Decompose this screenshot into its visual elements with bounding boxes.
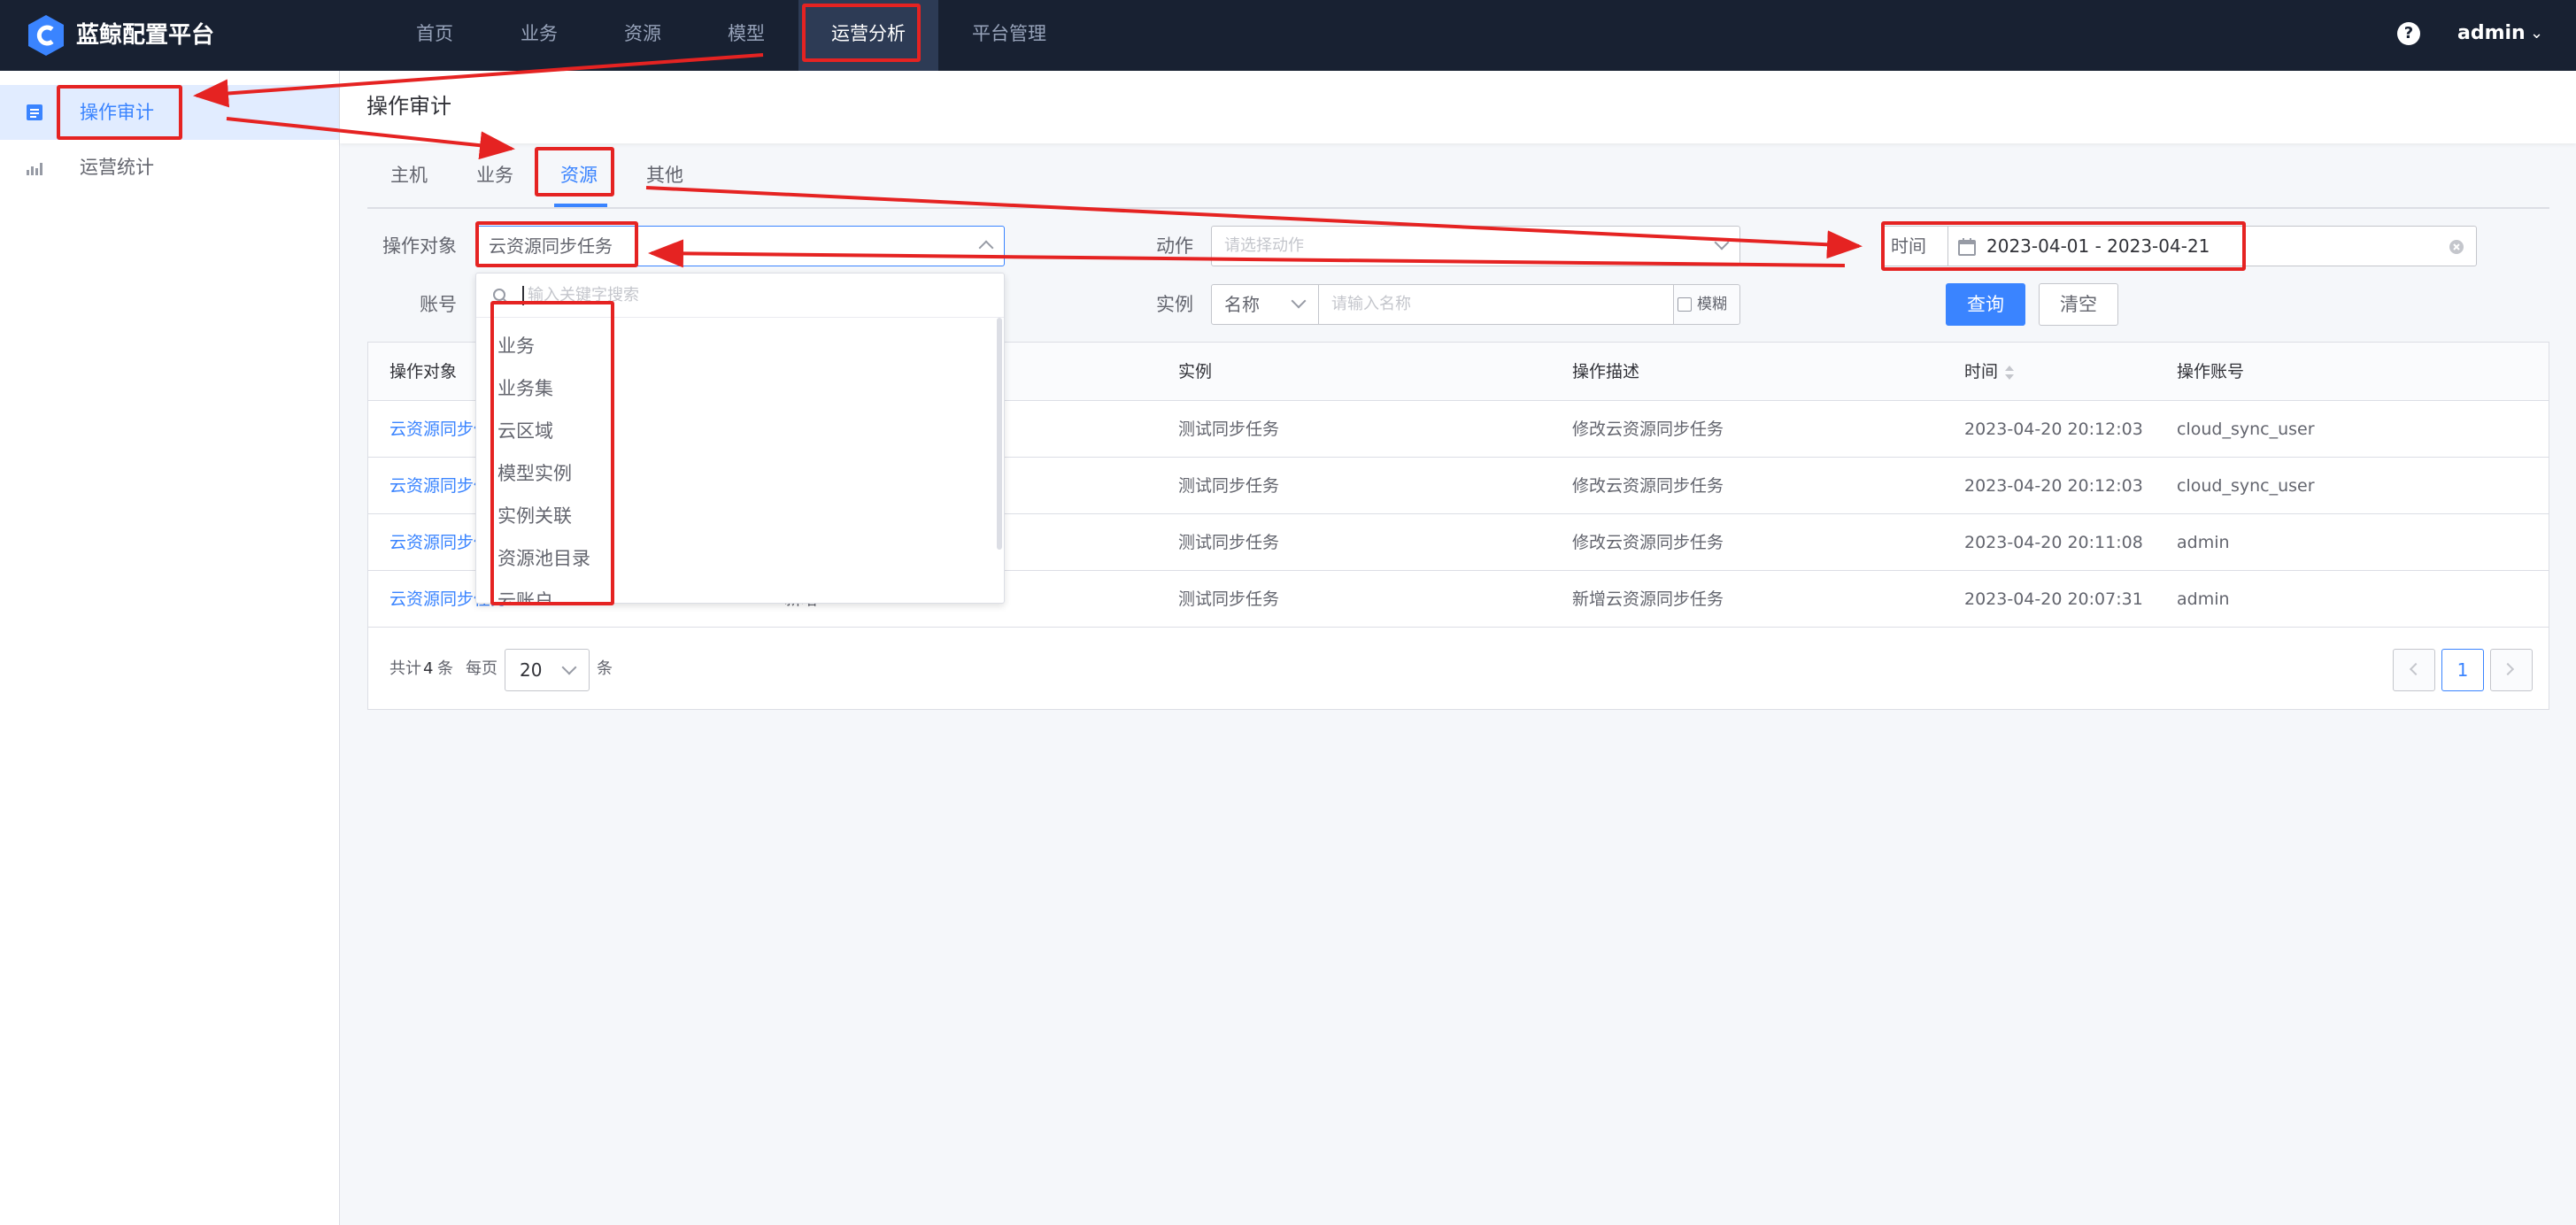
fuzzy-label: 模糊 bbox=[1697, 296, 1727, 313]
chevron-right-icon bbox=[2501, 662, 2515, 676]
account-label: 账号 bbox=[420, 294, 457, 315]
page-title: 操作审计 bbox=[366, 94, 451, 119]
description-cell: 修改云资源同步任务 bbox=[1572, 420, 1724, 439]
tab-host[interactable]: 主机 bbox=[390, 161, 428, 189]
annotation-box-nav bbox=[802, 4, 921, 62]
column-header-instance: 实例 bbox=[1178, 362, 1213, 381]
chevron-down-icon[interactable]: ⌄ bbox=[2530, 19, 2543, 48]
page-button-1[interactable]: 1 bbox=[2441, 649, 2484, 691]
account-cell: admin bbox=[2177, 589, 2230, 609]
chevron-down-icon bbox=[1291, 293, 1307, 309]
chevron-down-icon bbox=[561, 659, 577, 675]
logo-icon bbox=[28, 15, 64, 56]
pagination: 共计 4 条 每页 20 条 1 bbox=[368, 628, 2549, 711]
nav-platform-management[interactable]: 平台管理 bbox=[963, 0, 1055, 71]
description-cell: 修改云资源同步任务 bbox=[1572, 533, 1724, 552]
instance-type-select[interactable]: 名称 bbox=[1211, 284, 1319, 325]
total-suffix: 条 bbox=[437, 659, 453, 678]
column-header-account: 操作账号 bbox=[2177, 362, 2245, 381]
instance-name-placeholder: 请输入名称 bbox=[1331, 295, 1411, 313]
nav-business[interactable]: 业务 bbox=[508, 0, 570, 71]
chevron-up-icon bbox=[978, 240, 994, 256]
column-header-time[interactable]: 时间 bbox=[1964, 343, 1998, 401]
action-label: 动作 bbox=[1156, 235, 1193, 257]
per-page-label: 每页 bbox=[466, 659, 497, 678]
clear-icon[interactable] bbox=[2449, 239, 2464, 255]
time-cell: 2023-04-20 20:07:31 bbox=[1964, 589, 2143, 609]
top-navigation-bar: 蓝鲸配置平台 首页 业务 资源 模型 运营分析 平台管理 ? admin ⌄ bbox=[0, 0, 2576, 71]
instance-cell: 测试同步任务 bbox=[1178, 476, 1280, 496]
instance-cell: 测试同步任务 bbox=[1178, 589, 1280, 609]
prev-page-button[interactable] bbox=[2393, 649, 2435, 691]
time-cell: 2023-04-20 20:12:03 bbox=[1964, 420, 2143, 439]
sidebar: 操作审计 运营统计 bbox=[0, 71, 340, 1225]
column-header-object: 操作对象 bbox=[389, 362, 458, 381]
action-select-placeholder: 请选择动作 bbox=[1224, 236, 1304, 255]
tab-bar: 主机 业务 资源 其他 bbox=[367, 149, 2549, 209]
instance-cell: 测试同步任务 bbox=[1178, 533, 1280, 552]
column-header-description: 操作描述 bbox=[1572, 362, 1640, 381]
account-cell: cloud_sync_user bbox=[2177, 420, 2315, 439]
per-page-value: 20 bbox=[520, 659, 543, 681]
brand-name: 蓝鲸配置平台 bbox=[76, 22, 215, 49]
clear-button[interactable]: 清空 bbox=[2039, 283, 2118, 326]
tab-business[interactable]: 业务 bbox=[476, 161, 513, 189]
annotation-box-sidebar bbox=[57, 85, 182, 140]
annotation-box-tab bbox=[535, 147, 614, 196]
per-page-select[interactable]: 20 bbox=[505, 649, 590, 691]
instance-type-value: 名称 bbox=[1224, 294, 1260, 315]
instance-cell: 测试同步任务 bbox=[1178, 420, 1280, 439]
chart-icon bbox=[27, 163, 42, 175]
action-select[interactable]: 请选择动作 bbox=[1211, 226, 1740, 266]
fuzzy-toggle[interactable]: 模糊 bbox=[1673, 284, 1740, 325]
description-cell: 新增云资源同步任务 bbox=[1572, 589, 1724, 609]
dropdown-scrollbar[interactable] bbox=[997, 318, 1002, 550]
chevron-down-icon bbox=[1714, 235, 1730, 250]
chevron-left-icon bbox=[2409, 662, 2423, 676]
sidebar-item-operation-statistics[interactable]: 运营统计 bbox=[0, 140, 339, 195]
description-cell: 修改云资源同步任务 bbox=[1572, 476, 1724, 496]
annotation-box-object bbox=[475, 221, 638, 267]
active-tab-indicator bbox=[554, 204, 607, 207]
help-icon[interactable]: ? bbox=[2397, 22, 2420, 45]
next-page-button[interactable] bbox=[2490, 649, 2533, 691]
sidebar-item-label: 运营统计 bbox=[80, 157, 154, 178]
per-page-suffix: 条 bbox=[597, 659, 613, 678]
annotation-box-options bbox=[490, 301, 614, 605]
tab-other[interactable]: 其他 bbox=[646, 161, 683, 189]
nav-resource[interactable]: 资源 bbox=[612, 0, 674, 71]
time-cell: 2023-04-20 20:12:03 bbox=[1964, 476, 2143, 496]
page-number: 1 bbox=[2456, 659, 2469, 681]
total-prefix: 共计 bbox=[389, 659, 421, 678]
search-button[interactable]: 查询 bbox=[1946, 283, 2025, 326]
object-label: 操作对象 bbox=[382, 235, 457, 257]
sort-icon[interactable] bbox=[2003, 364, 2016, 381]
annotation-box-time bbox=[1881, 221, 2246, 271]
instance-label: 实例 bbox=[1156, 294, 1193, 315]
page-header: 操作审计 bbox=[340, 71, 2576, 143]
total-count: 4 bbox=[423, 659, 434, 678]
user-menu[interactable]: admin bbox=[2457, 18, 2526, 50]
nav-model[interactable]: 模型 bbox=[715, 0, 777, 71]
document-icon bbox=[27, 104, 42, 120]
account-cell: admin bbox=[2177, 533, 2230, 552]
instance-name-input[interactable]: 请输入名称 bbox=[1318, 284, 1674, 325]
checkbox-icon[interactable] bbox=[1677, 297, 1692, 312]
time-cell: 2023-04-20 20:11:08 bbox=[1964, 533, 2143, 552]
nav-home[interactable]: 首页 bbox=[404, 0, 466, 71]
account-cell: cloud_sync_user bbox=[2177, 476, 2315, 496]
